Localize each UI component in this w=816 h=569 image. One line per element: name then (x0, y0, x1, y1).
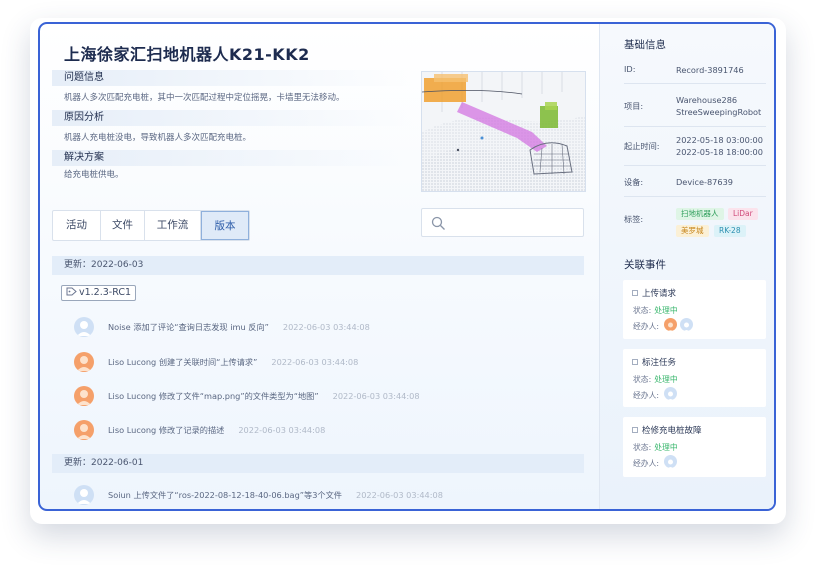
field-value[interactable]: Record-3891746 (676, 64, 744, 76)
feed-time: 2022-06-03 03:44:08 (271, 357, 359, 367)
tab-activity[interactable]: 活动 (53, 211, 101, 240)
tab-bar: 活动 文件 工作流 版本 (52, 210, 250, 241)
record-info: 问题信息 机器人多次匹配充电桩，其中一次匹配过程中定位摇晃，卡墙里无法移动。 原… (52, 70, 412, 184)
page-title: 上海徐家汇扫地机器人K21-KK2 (64, 45, 310, 64)
status-label: 状态: (633, 306, 652, 315)
feed-text: Soiun 上传文件了“ros-2022-08-12-18-40-06.bag”… (108, 490, 342, 500)
version-badge: v1.2.3-RC1 (61, 285, 137, 301)
divider (624, 165, 766, 166)
project-line-2: StreeSweepingRobot (676, 107, 762, 117)
avatar[interactable] (74, 352, 94, 372)
event-title: 上传请求 (631, 289, 677, 299)
version-label: v1.2.3-RC1 (79, 287, 132, 298)
event-owner-label: 经办人: (633, 391, 660, 400)
main-panel: 上海徐家汇扫地机器人K21-KK2 问题信息 机器人多次匹配充电桩，其中一次匹配… (40, 24, 599, 509)
section-heading-cause: 原因分析 (52, 110, 412, 126)
feed-text: Liso Lucong 修改了记录的描述 (108, 425, 225, 435)
field-value[interactable]: Device-87639 (676, 176, 733, 188)
event-owner-label: 经办人: (633, 322, 660, 331)
project-line-1: Warehouse286 (676, 95, 738, 105)
tag-chip[interactable]: 美罗城 (676, 225, 709, 237)
section-text-solution: 给充电桩供电。 (64, 170, 124, 180)
avatar[interactable] (664, 318, 677, 331)
event-status: 状态: 处理中 (633, 442, 678, 453)
event-card[interactable]: 标注任务 状态: 处理中 经办人: (623, 349, 766, 407)
section-text-problem: 机器人多次匹配充电桩，其中一次匹配过程中定位摇晃，卡墙里无法移动。 (64, 93, 345, 103)
tab-version[interactable]: 版本 (201, 211, 249, 240)
avatar[interactable] (74, 420, 94, 440)
divider (624, 126, 766, 127)
status-value: 处理中 (654, 375, 678, 384)
lidar-point-cloud-image[interactable] (421, 71, 586, 192)
record-card: 上海徐家汇扫地机器人K21-KK2 问题信息 机器人多次匹配充电桩，其中一次匹配… (38, 22, 776, 511)
field-label: 设备: (624, 177, 644, 187)
feed-text: Noise 添加了评论“查询日志发现 imu 反向” (108, 322, 269, 332)
basic-info-heading: 基础信息 (624, 39, 666, 51)
field-device: 设备: Device-87639 (624, 176, 766, 190)
divider (624, 196, 766, 197)
search-input[interactable] (421, 208, 584, 237)
status-value: 处理中 (654, 443, 678, 452)
field-label: 项目: (624, 101, 644, 111)
section-heading-problem: 问题信息 (52, 70, 412, 86)
avatar[interactable] (74, 317, 94, 337)
time-end: 2022-05-18 18:00:00 (676, 147, 763, 157)
field-label: 起止时间: (624, 141, 660, 151)
section-heading-solution: 解决方案 (52, 150, 412, 166)
avatar[interactable] (74, 485, 94, 505)
feed-time: 2022-06-03 03:44:08 (355, 490, 443, 500)
related-events-heading: 关联事件 (624, 259, 666, 271)
date-divider: 更新：2022-06-03 (52, 256, 584, 275)
status-label: 状态: (633, 375, 652, 384)
avatar[interactable] (664, 387, 677, 400)
status-value: 处理中 (654, 306, 678, 315)
field-value[interactable]: Warehouse286 StreeSweepingRobot (676, 94, 761, 118)
event-status: 状态: 处理中 (633, 305, 678, 316)
event-title: 检修充电桩故障 (632, 426, 702, 436)
field-id: ID: Record-3891746 (624, 64, 766, 78)
event-status: 状态: 处理中 (633, 374, 678, 385)
event-card[interactable]: 检修充电桩故障 状态: 处理中 经办人: (623, 417, 766, 477)
event-title: 标注任务 (631, 358, 677, 368)
field-project: 项目: Warehouse286 StreeSweepingRobot (624, 94, 766, 120)
divider (624, 83, 766, 84)
search-icon (431, 216, 446, 235)
tab-workflow[interactable]: 工作流 (145, 211, 201, 240)
field-time-range: 起止时间: 2022-05-18 03:00:00 2022-05-18 18:0… (624, 134, 766, 160)
avatar[interactable] (74, 386, 94, 406)
tag-chip[interactable]: LiDar (728, 208, 758, 220)
field-label: 标签: (624, 214, 644, 224)
feed-text: Liso Lucong 修改了文件“map.png”的文件类型为“地图” (108, 391, 319, 401)
field-value: 2022-05-18 03:00:00 2022-05-18 18:00:00 (676, 134, 763, 158)
time-start: 2022-05-18 03:00:00 (676, 135, 763, 145)
field-label: ID: (624, 64, 636, 74)
feed-text: Liso Lucong 创建了关联时间“上传请求” (108, 357, 258, 367)
tab-files[interactable]: 文件 (101, 211, 145, 240)
tag-chip[interactable]: 扫地机器人 (676, 208, 724, 220)
section-text-cause: 机器人充电桩没电，导致机器人多次匹配充电桩。 (64, 133, 252, 143)
sidebar: 基础信息 ID: Record-3891746 项目: Warehouse286… (599, 24, 774, 509)
date-divider: 更新：2022-06-01 (52, 454, 584, 473)
feed-time: 2022-06-03 03:44:08 (238, 425, 326, 435)
avatar[interactable] (680, 318, 693, 331)
event-card[interactable]: 上传请求 状态: 处理中 经办人: (623, 280, 766, 339)
avatar[interactable] (664, 455, 677, 468)
status-label: 状态: (633, 443, 652, 452)
feed-time: 2022-06-03 03:44:08 (332, 391, 420, 401)
tag-chip[interactable]: RK-28 (714, 225, 746, 237)
event-owner-label: 经办人: (633, 459, 660, 468)
tag-icon (66, 287, 77, 296)
point-cloud-illustration (422, 72, 585, 191)
feed-time: 2022-06-03 03:44:08 (282, 322, 370, 332)
